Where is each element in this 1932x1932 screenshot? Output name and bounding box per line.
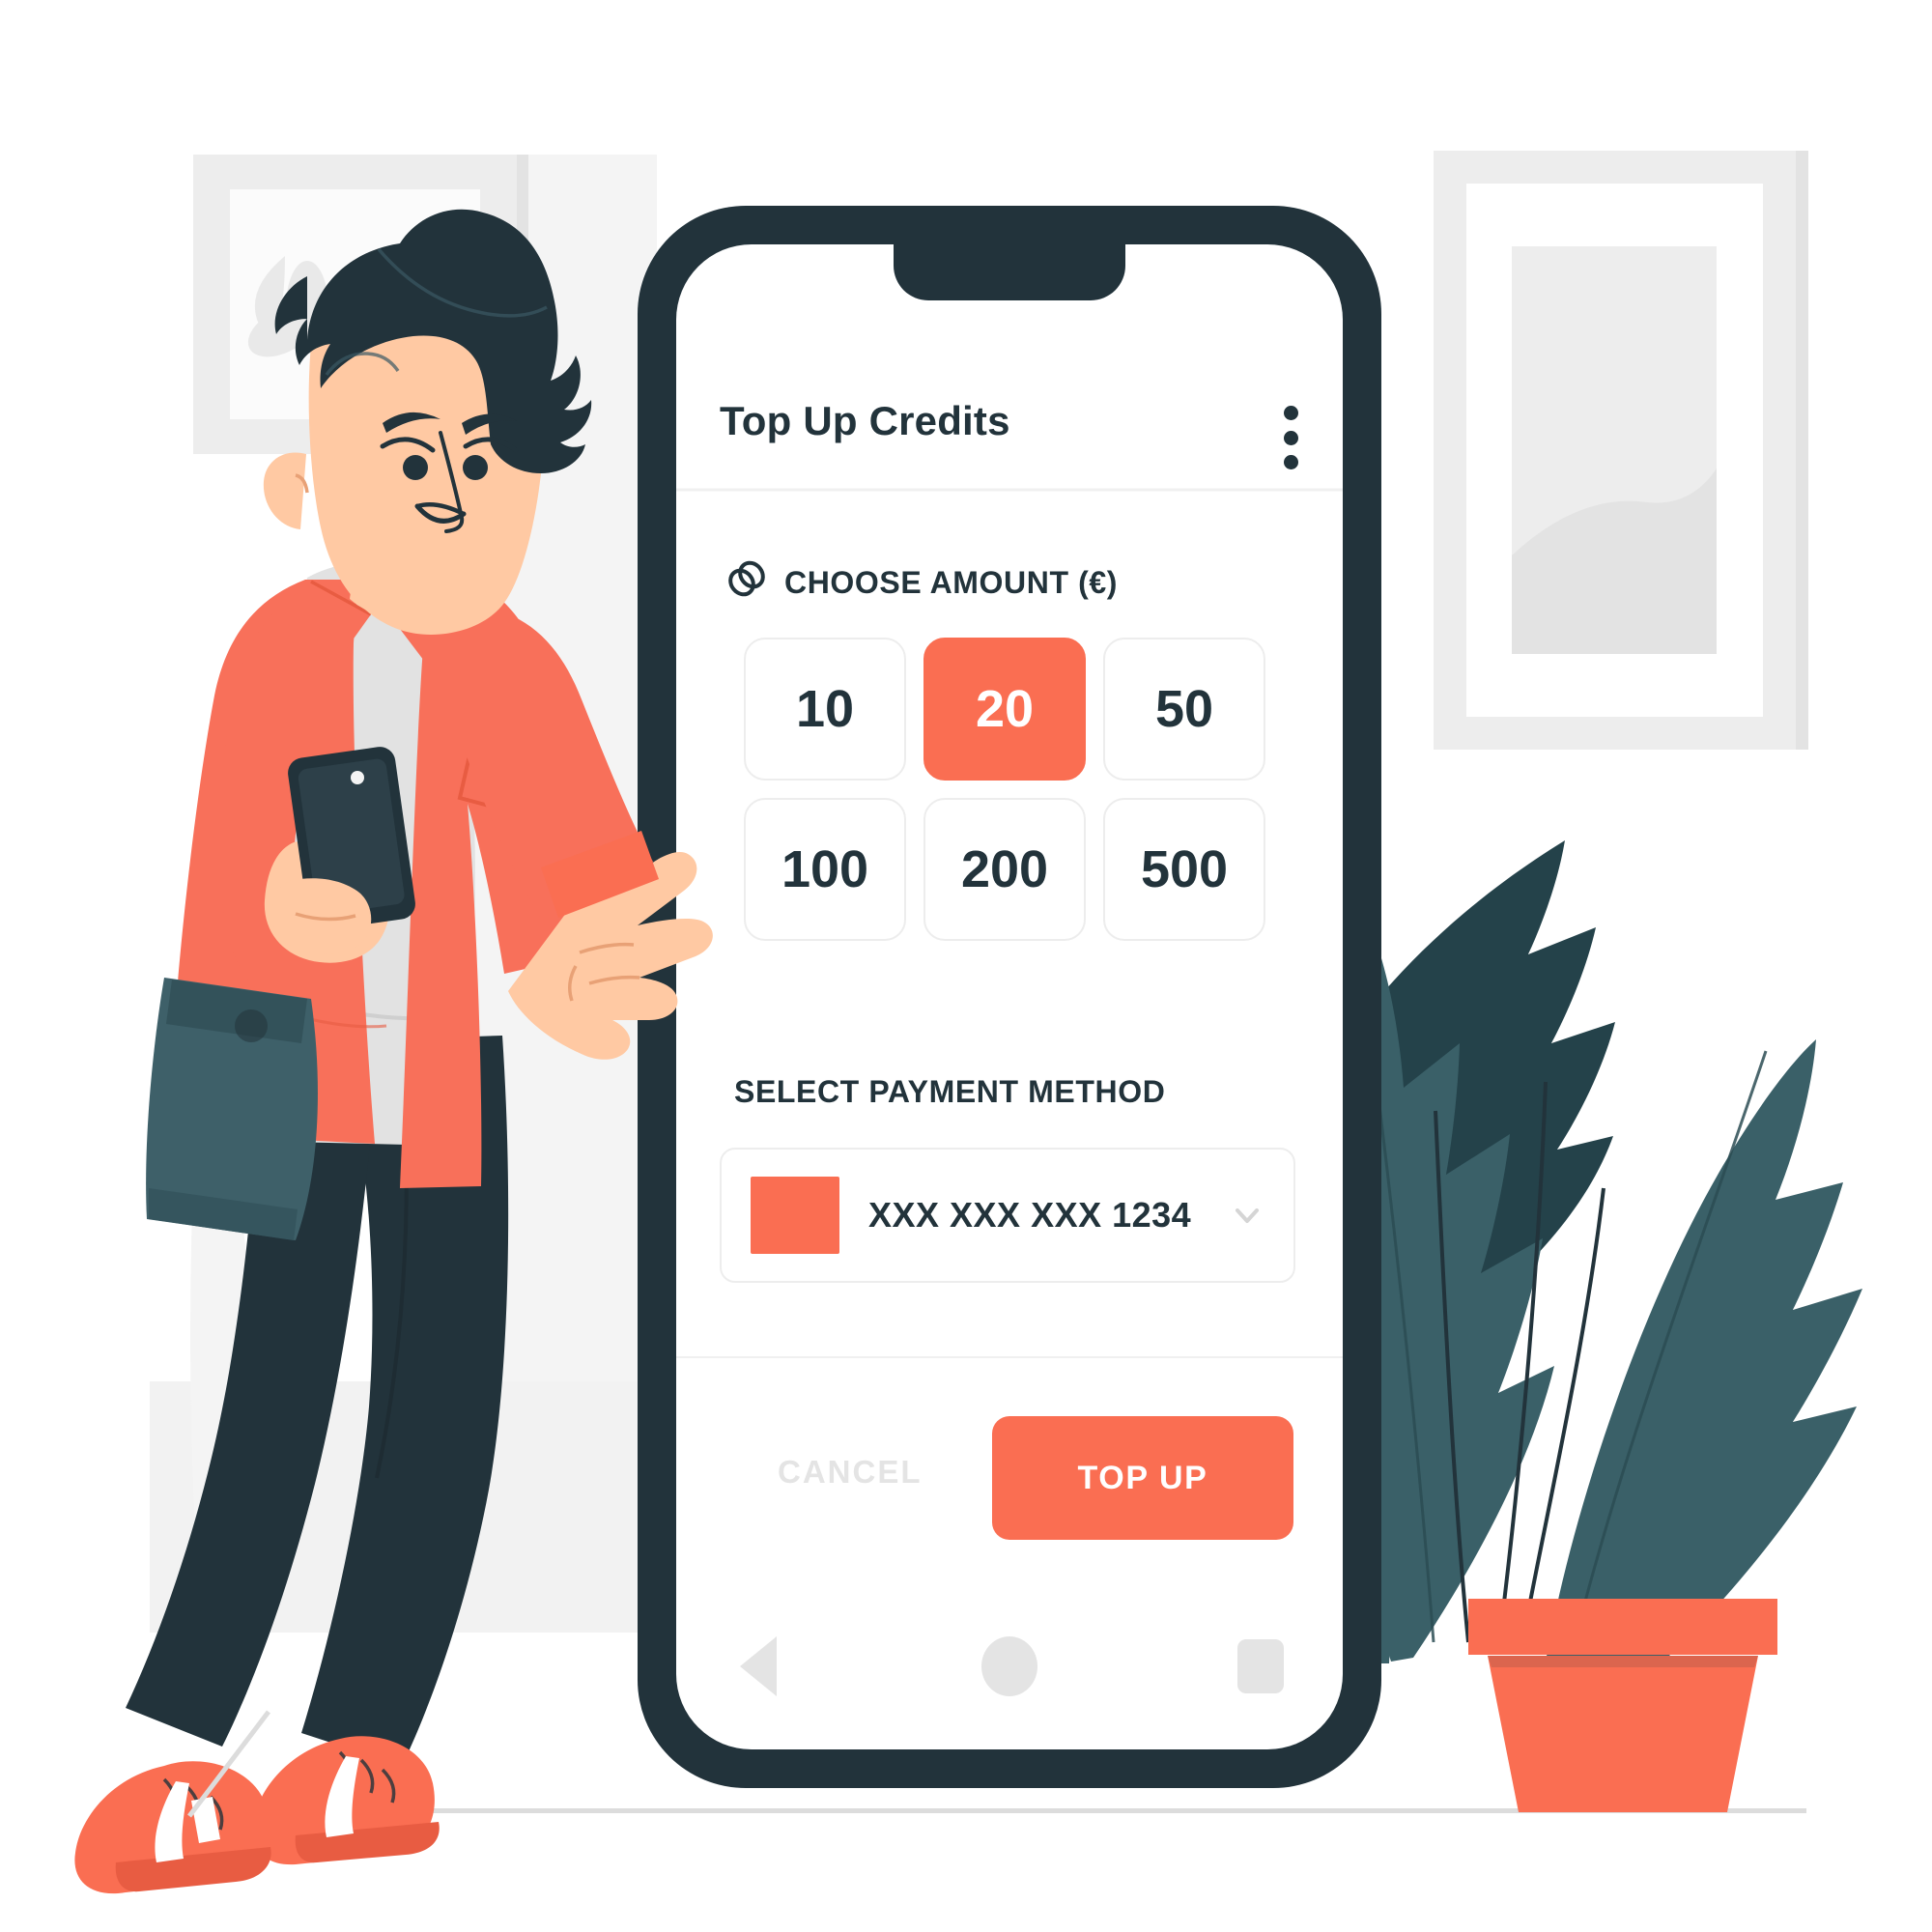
home-circle-icon[interactable] bbox=[976, 1633, 1043, 1700]
flower-pot bbox=[1468, 1599, 1777, 1812]
amount-option-50[interactable]: 50 bbox=[1103, 638, 1265, 781]
card-number: XXX XXX XXX 1234 bbox=[868, 1195, 1192, 1235]
amount-option-20[interactable]: 20 bbox=[923, 638, 1086, 781]
payment-method-select[interactable]: XXX XXX XXX 1234 bbox=[720, 1148, 1295, 1283]
shoe-right bbox=[74, 1761, 271, 1894]
card-brand-swatch bbox=[751, 1177, 839, 1254]
picture-frame-right bbox=[1434, 151, 1808, 750]
shoulder-bag bbox=[146, 978, 318, 1240]
eye-right bbox=[463, 455, 488, 480]
android-navbar bbox=[676, 1633, 1343, 1719]
amount-options-grid: 10 20 50 100 200 500 bbox=[744, 638, 1265, 941]
back-triangle-icon[interactable] bbox=[724, 1633, 792, 1700]
top-up-button[interactable]: TOP UP bbox=[992, 1416, 1293, 1540]
stacked-coins-icon bbox=[726, 558, 767, 607]
chevron-down-icon[interactable] bbox=[1230, 1198, 1264, 1233]
shoe-left bbox=[252, 1736, 440, 1865]
kebab-menu-icon[interactable] bbox=[1277, 406, 1304, 469]
payment-method-label: SELECT PAYMENT METHOD bbox=[734, 1074, 1166, 1109]
cancel-button[interactable]: CANCEL bbox=[778, 1454, 923, 1491]
recents-square-icon[interactable] bbox=[1227, 1633, 1294, 1700]
footer-divider bbox=[676, 1356, 1343, 1358]
phone-notch bbox=[894, 244, 1125, 300]
illustration-canvas: Top Up Credits CHOOSE AMOUNT (€) 10 20 5… bbox=[0, 0, 1932, 1932]
select-payment-method-header: SELECT PAYMENT METHOD bbox=[734, 1074, 1165, 1110]
ear bbox=[263, 452, 306, 529]
choose-amount-label: CHOOSE AMOUNT (€) bbox=[784, 564, 1119, 600]
page-title: Top Up Credits bbox=[720, 398, 1010, 443]
amount-option-500[interactable]: 500 bbox=[1103, 798, 1265, 941]
amount-option-200[interactable]: 200 bbox=[923, 798, 1086, 941]
amount-option-100[interactable]: 100 bbox=[744, 798, 906, 941]
choose-amount-header: CHOOSE AMOUNT (€) bbox=[726, 558, 1118, 607]
amount-option-10[interactable]: 10 bbox=[744, 638, 906, 781]
eye-left bbox=[403, 455, 428, 480]
